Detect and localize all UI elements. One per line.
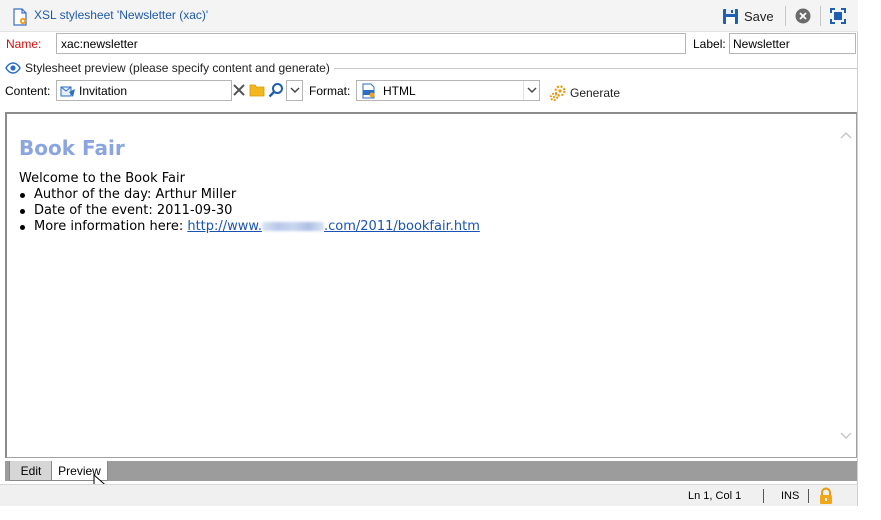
link-start: http://www. <box>187 219 262 234</box>
folder-icon[interactable] <box>249 82 265 98</box>
lock-icon[interactable] <box>818 487 834 505</box>
save-button[interactable]: Save <box>722 6 774 26</box>
format-select[interactable]: HTML <box>356 80 540 101</box>
name-label: Name: <box>6 37 42 51</box>
window-title: XSL stylesheet 'Newsletter (xac)' <box>34 8 209 22</box>
preview-section-title: Stylesheet preview (please specify conte… <box>25 61 330 75</box>
gears-icon <box>549 85 566 102</box>
scroll-down-icon[interactable] <box>840 429 852 441</box>
preview-pane[interactable]: Book Fair Welcome to the Book Fair Autho… <box>5 112 857 458</box>
document-list: Author of the day: Arthur Miller Date of… <box>19 187 480 235</box>
generate-label: Generate <box>570 86 621 100</box>
eye-icon <box>5 62 21 74</box>
status-bar: Ln 1, Col 1 INS <box>0 484 858 506</box>
clear-icon[interactable] <box>232 83 246 97</box>
tab-edit[interactable]: Edit <box>9 461 53 481</box>
status-separator <box>808 489 809 503</box>
dropdown-arrow-icon <box>527 87 536 93</box>
delivery-icon <box>60 86 75 97</box>
dropdown-arrow-icon <box>290 87 299 93</box>
editor-tab-bar: Edit Preview <box>5 461 857 481</box>
link-end: .com/2011/bookfair.htm <box>324 219 480 234</box>
content-label: Content: <box>5 84 51 98</box>
maximize-icon[interactable] <box>829 7 847 25</box>
format-label: Format: <box>309 84 351 98</box>
list-item: More information here: http://www. .com/2… <box>19 219 480 235</box>
label-label: Label: <box>693 37 726 51</box>
document-heading: Book Fair <box>19 136 125 160</box>
stylesheet-icon <box>13 8 27 26</box>
list-item: Date of the event: 2011-09-30 <box>19 203 480 219</box>
name-row: Name: Label: <box>0 33 858 55</box>
html-format-icon <box>362 83 375 98</box>
content-value: Invitation <box>79 83 128 98</box>
content-dropdown-button[interactable] <box>286 80 303 101</box>
close-circle-icon[interactable] <box>795 8 811 24</box>
name-input[interactable] <box>56 33 686 54</box>
preview-document: Book Fair Welcome to the Book Fair Autho… <box>19 136 480 235</box>
more-info-prefix: More information here: <box>34 219 188 234</box>
insert-mode: INS <box>781 490 800 502</box>
cursor-position: Ln 1, Col 1 <box>688 490 742 502</box>
search-icon[interactable] <box>268 82 284 98</box>
bookfair-link[interactable]: http://www. .com/2011/bookfair.htm <box>187 219 480 234</box>
save-icon <box>723 8 738 24</box>
generate-button[interactable]: Generate <box>549 84 620 102</box>
window-border <box>857 32 858 506</box>
format-value: HTML <box>383 83 416 98</box>
list-item: Author of the day: Arthur Miller <box>19 187 480 203</box>
section-divider <box>333 68 857 69</box>
save-label: Save <box>744 8 774 24</box>
status-separator <box>763 489 764 503</box>
window-titlebar: XSL stylesheet 'Newsletter (xac)' Save <box>0 0 858 32</box>
format-dropdown-arrow <box>523 81 539 100</box>
redacted-domain <box>262 222 324 231</box>
content-field[interactable]: Invitation <box>56 80 232 101</box>
preview-section-header[interactable]: Stylesheet preview (please specify conte… <box>5 61 857 75</box>
document-intro: Welcome to the Book Fair <box>19 171 185 186</box>
scroll-up-icon[interactable] <box>840 130 852 142</box>
content-format-row: Content: Invitation Format: HTML Generat… <box>0 80 858 104</box>
label-input[interactable] <box>729 33 856 54</box>
toolbar-separator <box>785 6 786 26</box>
toolbar-separator <box>820 6 821 26</box>
